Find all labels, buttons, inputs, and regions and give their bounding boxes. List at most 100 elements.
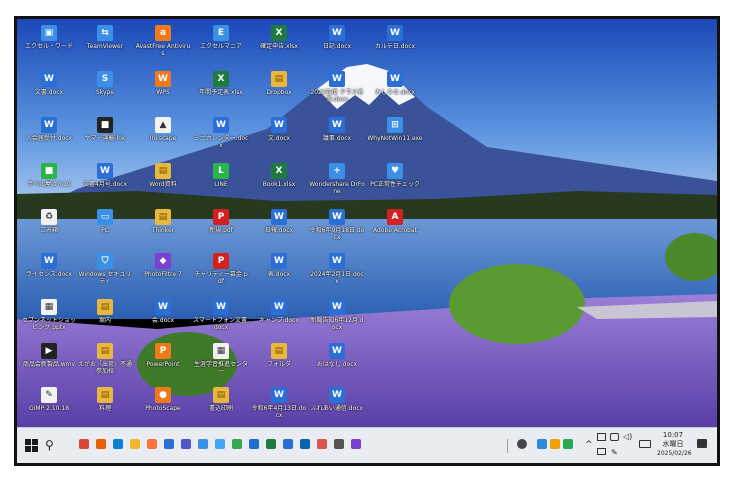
desktop-icon[interactable]: ▤ Thinker <box>135 207 191 255</box>
desktop-icon[interactable]: W 日報.docx <box>251 207 307 255</box>
keyboard-icon[interactable] <box>639 440 651 448</box>
desktop-icon[interactable]: P PowerPoint <box>135 341 191 389</box>
app-file-icon: ▣ <box>41 25 57 41</box>
firefox-icon[interactable] <box>96 439 106 449</box>
desktop-icon[interactable]: ▤ えがお「出荷」不通 参加校 <box>77 341 133 389</box>
desktop-icon[interactable]: W 文書.docx <box>21 69 77 117</box>
desktop-icon[interactable]: ▤ 料理 <box>77 385 133 427</box>
desktop-icon[interactable]: ✎ GIMP 2.10.18 <box>21 385 77 427</box>
battery-icon[interactable] <box>610 433 619 441</box>
teams-icon[interactable] <box>181 439 191 449</box>
desktop-icon[interactable]: E エクセルマニア <box>193 23 249 71</box>
desktop-icon[interactable]: ▶ 商品会新製品.wmv <box>21 341 77 389</box>
desktop-icon[interactable]: X Book1.xlsx <box>251 161 307 209</box>
tray-app-icon[interactable] <box>563 439 573 449</box>
desktop-icon[interactable]: ▤ Word資料 <box>135 161 191 209</box>
desktop-icon[interactable]: W カルテ日.docx <box>367 23 423 71</box>
desktop-icon[interactable]: W 日記.docx <box>309 23 365 71</box>
pen-icon[interactable]: ✎ <box>611 448 618 457</box>
desktop-icon[interactable]: ■ ヤマト運輸.lnk <box>77 115 133 163</box>
paint-icon[interactable] <box>215 439 225 449</box>
desktop-icon[interactable]: S Skype <box>77 69 133 117</box>
word-file-icon: W <box>329 253 345 269</box>
firefox2-icon[interactable] <box>147 439 157 449</box>
explorer-icon[interactable] <box>130 439 140 449</box>
desktop-icon[interactable]: W 令和6年4月13日.docx <box>251 385 307 427</box>
start-button[interactable] <box>25 437 39 453</box>
desktop-icon[interactable]: W 表.docx <box>251 251 307 299</box>
desktop-icon[interactable]: W WPS <box>135 69 191 117</box>
clock-day: 水曜日 <box>662 440 684 448</box>
desktop-icon-label: WPS <box>156 89 170 96</box>
desktop-icon[interactable]: W 2024年2月1日.docx <box>309 251 365 299</box>
volume-icon[interactable]: ◁) <box>623 432 632 441</box>
desktop-icon[interactable]: ▤ Dropbox <box>251 69 307 117</box>
desktop-icon[interactable]: ▣ エクセル・ワード <box>21 23 77 71</box>
outlook-icon[interactable] <box>300 439 310 449</box>
photos-icon[interactable] <box>198 439 208 449</box>
desktop-icon[interactable]: ▦ 生涯学習推進センター <box>193 341 249 389</box>
desktop-icon[interactable]: W 文.docx <box>251 115 307 163</box>
desktop-icon[interactable]: ♻ ごみ箱 <box>21 207 77 255</box>
snip-icon[interactable] <box>317 439 327 449</box>
desktop-icon[interactable]: ⇆ TeamViewer <box>77 23 133 71</box>
desktop-icon[interactable]: W ミニカレンダー.docx <box>193 115 249 163</box>
clock[interactable]: 10:07 水曜日 2025/02/26 <box>657 431 692 458</box>
desktop-icon[interactable]: P チャリティー募金.pdf <box>193 251 249 299</box>
desktop-icon[interactable]: ▲ Inkscape <box>135 115 191 163</box>
desktop-icon[interactable]: ⊞ WhyNotWin11.exe <box>367 115 423 163</box>
tray-app-icon[interactable] <box>550 439 560 449</box>
desktop-icon[interactable]: X 年間予定表.xlsx <box>193 69 249 117</box>
desktop-icon-label: 年間予定表.xlsx <box>199 89 243 96</box>
desktop-icon[interactable]: L LINE <box>193 161 249 209</box>
mail-icon[interactable] <box>249 439 259 449</box>
desktop-icon[interactable]: ▭ PC <box>77 207 133 255</box>
chrome2-icon[interactable] <box>232 439 242 449</box>
desktop-icon[interactable]: W ふれあい通信.docx <box>309 385 365 427</box>
word2-icon[interactable] <box>283 439 293 449</box>
desktop-icon[interactable]: W 2022年度 クラス名簿.docx <box>309 69 365 117</box>
store-icon[interactable] <box>351 439 361 449</box>
search-icon[interactable]: ⚲ <box>45 437 61 453</box>
desktop-icon[interactable]: a AvastFree Antivirus <box>135 23 191 71</box>
desktop-icon[interactable]: ▤ 書込印刷 <box>193 385 249 427</box>
tray-app-icon[interactable] <box>537 439 547 449</box>
notifications-icon[interactable] <box>697 439 707 448</box>
folder-file-icon: ▤ <box>155 163 171 179</box>
desktop-icon[interactable]: W 入会届受付.docx <box>21 115 77 163</box>
desktop-icon[interactable]: W 令和6年9月18日.docx <box>309 207 365 255</box>
desktop-icon[interactable]: W おはなし.docx <box>309 341 365 389</box>
desktop-icon[interactable]: W スマートフォン文書.docx <box>193 297 249 345</box>
desktop-icon[interactable]: + Wondershare DrFone <box>309 161 365 209</box>
desktop-icon[interactable]: ▦ セブンネットショッピング.pptx <box>21 297 77 345</box>
display-icon[interactable] <box>597 448 606 455</box>
desktop-icon[interactable]: ▤ フォルダ <box>251 341 307 389</box>
desktop-icon[interactable]: ◆ PhotoFiltre 7 <box>135 251 191 299</box>
desktop-icon[interactable]: W 新聞告知6年12月.docx <box>309 297 365 345</box>
word-icon[interactable] <box>164 439 174 449</box>
settings-icon[interactable] <box>334 439 344 449</box>
desktop-icon[interactable]: P 新規.pdf <box>193 207 249 255</box>
chrome-icon[interactable] <box>79 439 89 449</box>
edge-icon[interactable] <box>113 439 123 449</box>
dark-file-icon: ■ <box>97 117 113 133</box>
network-icon[interactable] <box>597 433 606 441</box>
desktop-icon[interactable]: ♥ PC正常性チェック <box>367 161 423 209</box>
word-file-icon: W <box>329 299 345 315</box>
desktop-icon[interactable]: W キャンプ.docx <box>251 297 307 345</box>
desktop-icon[interactable]: ● PhotoScape <box>135 385 191 427</box>
desktop-icon[interactable]: ■ ラベル屋さん10 <box>21 161 77 209</box>
desktop-icon[interactable]: W 議事.docx <box>309 115 365 163</box>
excel-icon[interactable] <box>266 439 276 449</box>
desktop-icon[interactable]: W おしらせ.docx <box>367 69 423 117</box>
chevron-up-icon[interactable]: ^ <box>585 441 593 450</box>
desktop-icon[interactable]: A Adobe Acrobat <box>367 207 423 255</box>
desktop-icon[interactable]: X 確定申告.xlsx <box>251 23 307 71</box>
desktop-icon[interactable]: W 会.docx <box>135 297 191 345</box>
desktop-icon[interactable]: W ライセンス.docx <box>21 251 77 299</box>
desktop-icon[interactable]: W 文書4月号.docx <box>77 161 133 209</box>
desktop-icon[interactable]: ⛉ Windows セキュリティ <box>77 251 133 299</box>
desktop-icon-label: AvastFree Antivirus <box>135 43 191 57</box>
desktop-icon[interactable]: ▤ 案内 <box>77 297 133 345</box>
meet-now-icon[interactable] <box>517 439 527 449</box>
